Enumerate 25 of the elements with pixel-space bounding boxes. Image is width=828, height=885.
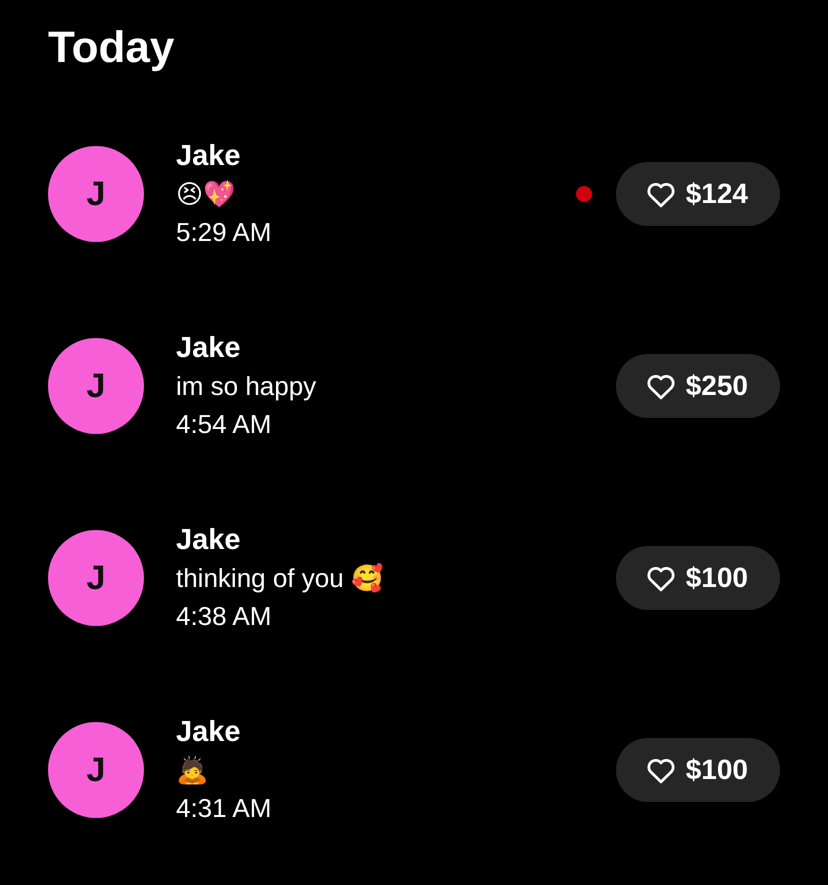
- sender-name: Jake: [176, 523, 242, 558]
- message-text: 🙇: [176, 754, 209, 787]
- avatar[interactable]: J: [48, 338, 144, 434]
- message-text: im so happy: [176, 370, 318, 403]
- heart-icon: [646, 180, 676, 208]
- tip-button[interactable]: $250: [616, 354, 780, 418]
- avatar[interactable]: J: [48, 722, 144, 818]
- heart-icon: [646, 756, 676, 784]
- message-time: 4:31 AM: [176, 792, 272, 825]
- sender-name: Jake: [176, 331, 242, 366]
- sender-name: Jake: [176, 139, 242, 174]
- heart-icon: [646, 372, 676, 400]
- message-time: 4:54 AM: [176, 408, 272, 441]
- tip-button[interactable]: $100: [616, 546, 780, 610]
- message-time: 5:29 AM: [176, 216, 272, 249]
- avatar[interactable]: J: [48, 146, 144, 242]
- message-time: 4:38 AM: [176, 600, 272, 633]
- message-text: thinking of you 🥰: [176, 562, 384, 595]
- tip-button[interactable]: $124: [616, 162, 780, 226]
- section-title: Today: [48, 22, 176, 74]
- avatar[interactable]: J: [48, 530, 144, 626]
- tip-button[interactable]: $100: [616, 738, 780, 802]
- message-text: 😣💖: [176, 178, 236, 211]
- sender-name: Jake: [176, 715, 242, 750]
- heart-icon: [646, 564, 676, 592]
